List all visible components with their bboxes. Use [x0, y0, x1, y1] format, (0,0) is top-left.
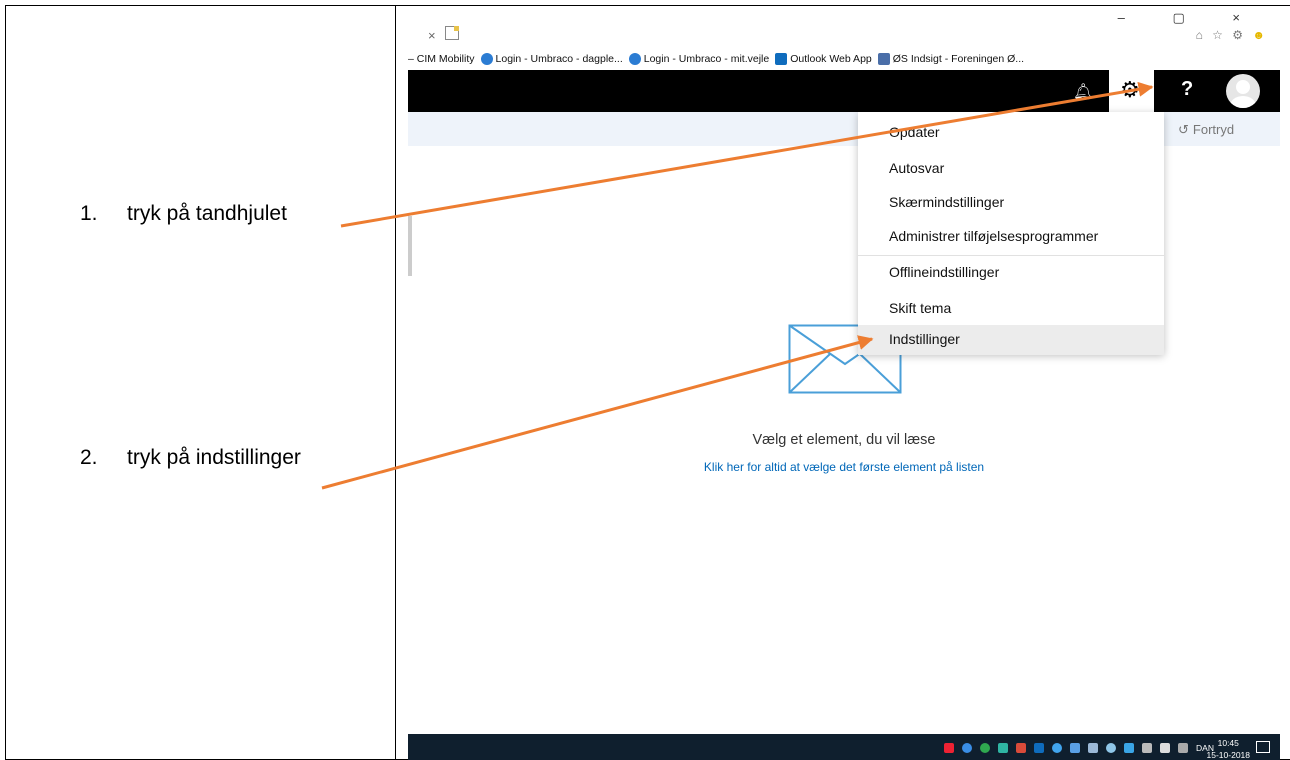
- clock-time: 10:45: [1217, 738, 1239, 748]
- battery-icon[interactable]: [1142, 743, 1153, 753]
- outlook-icon[interactable]: [1034, 743, 1045, 753]
- menu-item-skaermindstillinger[interactable]: Skærmindstillinger: [858, 188, 1164, 218]
- menu-item-label: Skift tema: [889, 300, 952, 316]
- clock-date: 15-10-2018: [1206, 750, 1250, 760]
- outlook-top-bar: 🔔︎ ⚙ ?: [408, 70, 1280, 112]
- window-controls[interactable]: – ▢ ×: [1118, 10, 1262, 26]
- undo-icon: ↺: [1178, 122, 1189, 137]
- favorites-bar: – CIM Mobility Login - Umbraco - dagple.…: [408, 48, 1280, 70]
- bluetooth-icon[interactable]: [1088, 743, 1099, 753]
- scrollbar[interactable]: [408, 216, 412, 276]
- help-icon[interactable]: ?: [1181, 78, 1193, 101]
- chrome-icon[interactable]: [980, 743, 991, 753]
- ie-icon: [628, 53, 641, 65]
- os-icon: [877, 53, 890, 65]
- menu-item-label: Skærmindstillinger: [889, 194, 1005, 210]
- menu-item-offlineindstillinger[interactable]: Offlineindstillinger: [858, 258, 1164, 288]
- instruction-step-2: 2. tryk på indstillinger: [80, 446, 301, 470]
- menu-item-label: Opdater: [889, 124, 940, 140]
- home-star-gear-icons[interactable]: ⌂ ☆ ⚙: [1196, 28, 1246, 42]
- menu-item-autosvar[interactable]: Autosvar: [858, 154, 1164, 184]
- app-icon[interactable]: [998, 743, 1009, 753]
- ie-icon: [480, 53, 493, 65]
- bell-icon[interactable]: 🔔︎: [1073, 82, 1093, 102]
- favorite-link[interactable]: ØS Indsigt - Foreningen Ø...: [877, 53, 1024, 65]
- favorite-link[interactable]: Login - Umbraco - mit.vejle: [628, 53, 769, 65]
- system-tray: DAN: [936, 743, 1214, 753]
- app-icon[interactable]: [1016, 743, 1027, 753]
- favorite-link[interactable]: Login - Umbraco - dagple...: [480, 53, 623, 65]
- app-icon[interactable]: [1070, 743, 1081, 753]
- app-icon[interactable]: [1124, 743, 1135, 753]
- menu-item-label: Offlineindstillinger: [889, 264, 1000, 280]
- favorite-label[interactable]: Login - Umbraco - dagple...: [496, 53, 623, 65]
- menu-separator: [858, 255, 1164, 256]
- notification-icon[interactable]: [1256, 741, 1270, 753]
- wifi-icon[interactable]: [1178, 743, 1189, 753]
- step-number: 2.: [80, 446, 98, 469]
- menu-item-label: Indstillinger: [889, 331, 960, 347]
- skype-icon[interactable]: [1052, 743, 1063, 753]
- menu-item-label: Autosvar: [889, 160, 945, 176]
- outlook-icon: [775, 53, 788, 65]
- pin-icon[interactable]: [944, 743, 955, 753]
- tab-close-button[interactable]: ×: [428, 28, 436, 43]
- step-text: tryk på tandhjulet: [127, 202, 287, 225]
- step-number: 1.: [80, 202, 98, 225]
- favorite-link[interactable]: – CIM Mobility: [408, 53, 475, 65]
- menu-item-indstillinger[interactable]: Indstillinger: [858, 325, 1164, 355]
- windows-taskbar: DAN 10:45 15-10-2018: [408, 734, 1280, 760]
- select-first-item-link[interactable]: Klik her for altid at vælge det første e…: [408, 460, 1280, 474]
- browser-toolbar-icons[interactable]: ⌂ ☆ ⚙ ☻: [1196, 28, 1268, 42]
- outlook-screenshot: × – ▢ × ⌂ ☆ ⚙ ☻ – CIM Mobility Login - U…: [408, 6, 1280, 760]
- volume-icon[interactable]: [1160, 743, 1171, 753]
- column-divider: [395, 5, 396, 760]
- gear-icon: ⚙: [1120, 77, 1140, 102]
- browser-tab-bar: × – ▢ × ⌂ ☆ ⚙ ☻: [408, 6, 1280, 48]
- new-tab-icon[interactable]: [445, 26, 459, 40]
- favorite-label[interactable]: Outlook Web App: [790, 53, 872, 65]
- instruction-column: 1. tryk på tandhjulet 2. tryk på indstilli…: [5, 5, 395, 760]
- clock[interactable]: 10:45 15-10-2018: [1207, 737, 1250, 760]
- undo-label: Fortryd: [1192, 122, 1235, 137]
- avatar[interactable]: [1226, 74, 1260, 108]
- favorite-label[interactable]: – CIM Mobility: [408, 53, 475, 65]
- menu-item-opdater[interactable]: Opdater: [858, 118, 1164, 148]
- menu-item-skift-tema[interactable]: Skift tema: [858, 294, 1164, 324]
- undo-button[interactable]: ↺ Fortryd: [1178, 122, 1234, 138]
- favorite-link[interactable]: Outlook Web App: [775, 53, 872, 65]
- settings-gear-button[interactable]: ⚙: [1109, 70, 1154, 112]
- reading-pane-title: Vælg et element, du vil læse: [752, 432, 936, 448]
- app-icon[interactable]: [1106, 743, 1117, 753]
- instruction-step-1: 1. tryk på tandhjulet: [80, 202, 287, 226]
- menu-item-label: Administrer tilføjelsesprogrammer: [889, 228, 1099, 244]
- menu-item-administrer-tilfoejelsesprogrammer[interactable]: Administrer tilføjelsesprogrammer: [858, 222, 1164, 252]
- smiley-icon[interactable]: ☻: [1252, 28, 1268, 42]
- favorite-label[interactable]: Login - Umbraco - mit.vejle: [644, 53, 769, 65]
- settings-menu: Opdater Autosvar Skærmindstillinger Admi…: [858, 112, 1164, 355]
- favorite-label[interactable]: ØS Indsigt - Foreningen Ø...: [893, 53, 1024, 65]
- network-icon[interactable]: [962, 743, 973, 753]
- step-text: tryk på indstillinger: [127, 446, 301, 469]
